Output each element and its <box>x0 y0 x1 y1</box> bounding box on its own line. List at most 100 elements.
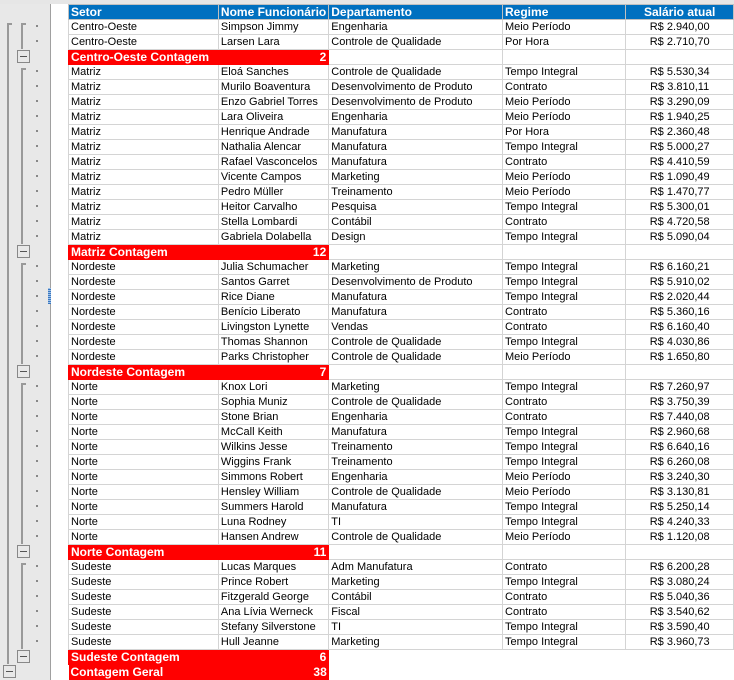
cell-regime[interactable]: Tempo Integral <box>502 424 627 440</box>
cell-nome[interactable]: Thomas Shannon <box>217 334 330 350</box>
cell-salario[interactable]: R$ 2.710,70 <box>625 34 734 50</box>
cell-regime[interactable]: Meio Período <box>502 169 627 185</box>
subtotal-label[interactable]: Matriz Contagem <box>68 244 219 260</box>
subtotal-label[interactable]: Norte Contagem <box>68 544 219 560</box>
cell-setor[interactable]: Matriz <box>68 199 219 215</box>
cell-nome[interactable]: Wiggins Frank <box>217 454 330 470</box>
cell-regime[interactable]: Meio Período <box>502 184 627 200</box>
cell-salario[interactable]: R$ 2.960,68 <box>625 424 734 440</box>
cell-setor[interactable]: Matriz <box>68 214 219 230</box>
cell-setor[interactable]: Norte <box>68 379 219 395</box>
cell-salario[interactable]: R$ 5.530,34 <box>625 64 734 80</box>
cell-salario[interactable]: R$ 4.240,33 <box>625 514 734 530</box>
subtotal-count[interactable]: 6 <box>217 649 330 665</box>
cell-nome[interactable]: Stella Lombardi <box>217 214 330 230</box>
cell-salario[interactable]: R$ 1.090,49 <box>625 169 734 185</box>
column-header-nome[interactable]: Nome Funcionário <box>217 4 330 20</box>
cell-setor[interactable]: Nordeste <box>68 334 219 350</box>
empty-cell[interactable] <box>503 650 626 665</box>
cell-salario[interactable]: R$ 3.290,09 <box>625 94 734 110</box>
cell-departamento[interactable]: Contábil <box>328 214 504 230</box>
cell-regime[interactable]: Tempo Integral <box>502 439 627 455</box>
cell-salario[interactable]: R$ 6.160,21 <box>625 259 734 275</box>
cell-setor[interactable]: Nordeste <box>68 289 219 305</box>
cell-regime[interactable]: Contrato <box>502 214 627 230</box>
cell-regime[interactable]: Por Hora <box>502 124 627 140</box>
empty-cell[interactable] <box>625 544 734 560</box>
cell-regime[interactable]: Contrato <box>502 394 627 410</box>
cell-setor[interactable]: Sudeste <box>68 559 219 575</box>
cell-salario[interactable]: R$ 6.640,16 <box>625 439 734 455</box>
cell-nome[interactable]: Summers Harold <box>217 499 330 515</box>
column-header-setor[interactable]: Setor <box>68 4 219 20</box>
cell-departamento[interactable]: Marketing <box>328 259 504 275</box>
cell-nome[interactable]: Simpson Jimmy <box>217 19 330 35</box>
cell-departamento[interactable]: Treinamento <box>328 454 504 470</box>
cell-regime[interactable]: Tempo Integral <box>502 634 627 650</box>
cell-setor[interactable]: Norte <box>68 409 219 425</box>
cell-setor[interactable]: Matriz <box>68 139 219 155</box>
cell-regime[interactable]: Tempo Integral <box>502 64 627 80</box>
cell-setor[interactable]: Nordeste <box>68 319 219 335</box>
cell-departamento[interactable]: Pesquisa <box>328 199 504 215</box>
cell-setor[interactable]: Matriz <box>68 169 219 185</box>
cell-departamento[interactable]: Marketing <box>328 379 504 395</box>
cell-setor[interactable]: Norte <box>68 469 219 485</box>
cell-departamento[interactable]: TI <box>328 619 504 635</box>
cell-nome[interactable]: Hull Jeanne <box>217 634 330 650</box>
cell-setor[interactable]: Norte <box>68 499 219 515</box>
cell-salario[interactable]: R$ 4.030,86 <box>625 334 734 350</box>
collapse-group-button[interactable] <box>17 50 30 63</box>
empty-cell[interactable] <box>328 49 504 65</box>
cell-departamento[interactable]: Controle de Qualidade <box>328 529 504 545</box>
cell-setor[interactable]: Sudeste <box>68 574 219 590</box>
subtotal-count[interactable]: 2 <box>217 49 330 65</box>
cell-departamento[interactable]: Controle de Qualidade <box>328 484 504 500</box>
cell-regime[interactable]: Tempo Integral <box>502 514 627 530</box>
cell-salario[interactable]: R$ 6.260,08 <box>625 454 734 470</box>
cell-regime[interactable]: Meio Período <box>502 529 627 545</box>
cell-nome[interactable]: Lara Oliveira <box>217 109 330 125</box>
cell-nome[interactable]: Julia Schumacher <box>217 259 330 275</box>
cell-salario[interactable]: R$ 3.130,81 <box>625 484 734 500</box>
cell-nome[interactable]: Rafael Vasconcelos <box>217 154 330 170</box>
cell-departamento[interactable]: Engenharia <box>328 19 504 35</box>
cell-nome[interactable]: Henrique Andrade <box>217 124 330 140</box>
cell-setor[interactable]: Norte <box>68 454 219 470</box>
cell-nome[interactable]: Benício Liberato <box>217 304 330 320</box>
collapse-level1-button[interactable] <box>3 665 16 678</box>
cell-regime[interactable]: Tempo Integral <box>502 334 627 350</box>
cell-nome[interactable]: Wilkins Jesse <box>217 439 330 455</box>
cell-regime[interactable]: Tempo Integral <box>502 619 627 635</box>
subtotal-count[interactable]: 11 <box>217 544 330 560</box>
cell-regime[interactable]: Meio Período <box>502 349 627 365</box>
cell-regime[interactable]: Tempo Integral <box>502 454 627 470</box>
cell-nome[interactable]: Enzo Gabriel Torres <box>217 94 330 110</box>
cell-setor[interactable]: Matriz <box>68 124 219 140</box>
empty-cell[interactable] <box>329 650 503 665</box>
cell-nome[interactable]: Gabriela Dolabella <box>217 229 330 245</box>
cell-salario[interactable]: R$ 5.250,14 <box>625 499 734 515</box>
cell-salario[interactable]: R$ 1.650,80 <box>625 349 734 365</box>
cell-salario[interactable]: R$ 7.440,08 <box>625 409 734 425</box>
empty-cell[interactable] <box>328 244 504 260</box>
empty-cell[interactable] <box>625 49 734 65</box>
cell-setor[interactable]: Norte <box>68 424 219 440</box>
cell-setor[interactable]: Matriz <box>68 184 219 200</box>
cell-departamento[interactable]: Engenharia <box>328 409 504 425</box>
cell-regime[interactable]: Contrato <box>502 304 627 320</box>
cell-setor[interactable]: Nordeste <box>68 274 219 290</box>
cell-departamento[interactable]: Treinamento <box>328 184 504 200</box>
cell-departamento[interactable]: Controle de Qualidade <box>328 334 504 350</box>
cell-setor[interactable]: Matriz <box>68 109 219 125</box>
cell-regime[interactable]: Contrato <box>502 589 627 605</box>
cell-departamento[interactable]: TI <box>328 514 504 530</box>
cell-salario[interactable]: R$ 6.160,40 <box>625 319 734 335</box>
cell-setor[interactable]: Nordeste <box>68 304 219 320</box>
cell-regime[interactable]: Contrato <box>502 559 627 575</box>
cell-regime[interactable]: Tempo Integral <box>502 199 627 215</box>
empty-cell[interactable] <box>328 364 504 380</box>
cell-departamento[interactable]: Desenvolvimento de Produto <box>328 79 504 95</box>
cell-regime[interactable]: Meio Período <box>502 109 627 125</box>
cell-setor[interactable]: Matriz <box>68 229 219 245</box>
